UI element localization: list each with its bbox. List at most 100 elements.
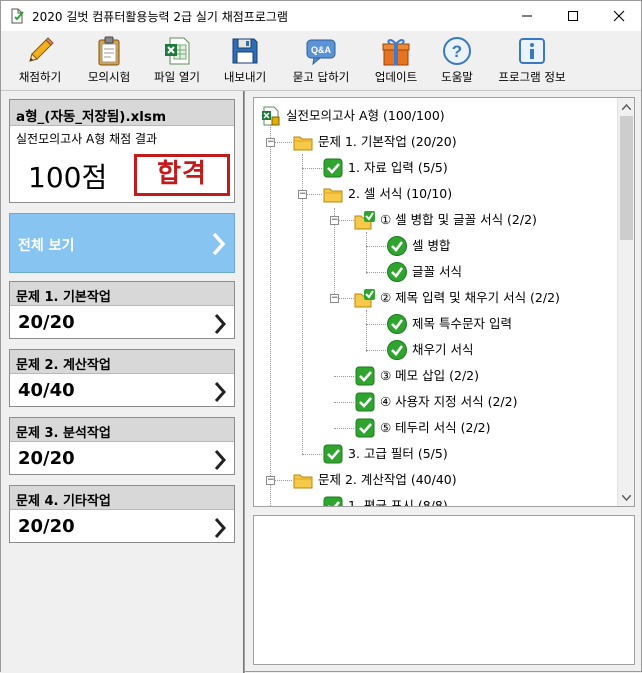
check-icon [323,158,343,178]
problem-score: 20/20 [18,448,75,469]
tree-node-1-2-1-b[interactable]: 글꼴 서식 [386,260,462,284]
view-all-button[interactable]: 전체 보기 [9,213,235,273]
tree-connector [334,402,354,403]
problem-title: 문제 2. 계산작업 [10,350,234,374]
help-button[interactable]: ? 도움말 [431,33,483,87]
scroll-down-button[interactable] [618,489,634,506]
tree-connector [366,272,386,273]
tree-connector [302,168,322,169]
mock-exam-label: 모의시험 [87,70,131,84]
tree-node-root[interactable]: 실전모의고사 A형 (100/100) [260,104,445,128]
problem-title: 문제 3. 분석작업 [10,418,234,442]
open-file-button[interactable]: 파일 열기 [145,33,209,87]
tree-node-1-2-5[interactable]: ⑤ 테두리 서식 (2/2) [354,416,491,440]
tree-node-label: 실전모의고사 A형 (100/100) [286,108,445,123]
file-name: a형_(자동_저장됨).xlsm [10,100,234,126]
tree-node-2-1[interactable]: 1. 평균 표시 (8/8) [322,494,448,507]
tree-node-1-2-4[interactable]: ④ 사용자 지정 서식 (2/2) [354,390,517,414]
program-info-button[interactable]: 프로그램 정보 [489,33,575,87]
pane-splitter[interactable] [243,91,245,673]
maximize-button[interactable] [550,1,596,31]
collapse-toggle[interactable]: − [298,190,307,199]
tree-node-problem-2[interactable]: 문제 2. 계산작업 (40/40) [292,468,457,492]
tree-connector [366,310,367,352]
problem-card-2[interactable]: 문제 2. 계산작업 40/40 [9,349,235,407]
tree-node-1-2[interactable]: 2. 셀 서식 (10/10) [322,182,452,206]
summary-pane: a형_(자동_저장됨).xlsm 실전모의고사 A형 채점 결과 100점 합격… [1,91,243,673]
tree-node-1-2-1[interactable]: ① 셀 병합 및 글꼴 서식 (2/2) [354,208,537,232]
chevron-right-icon [212,232,226,256]
folder-check-icon [354,289,375,308]
svg-text:Q&A: Q&A [311,45,332,55]
tree-connector [302,454,322,455]
check-icon [355,366,375,386]
tree-node-label: 글꼴 서식 [412,264,462,279]
update-button[interactable]: 업데이트 [367,33,425,87]
close-button[interactable] [596,1,642,31]
tree-connector [302,154,303,454]
gift-box-icon [382,39,410,66]
chevron-up-icon [621,103,631,110]
mock-exam-button[interactable]: 모의시험 [79,33,139,87]
tree-node-1-2-2-a[interactable]: 제목 특수문자 입력 [386,312,512,336]
close-icon [613,10,625,22]
tree-node-label: 3. 고급 필터 (5/5) [348,446,448,461]
help-icon: ? [443,37,471,65]
clipboard-icon [98,36,120,66]
detail-pane [253,515,635,665]
view-all-label: 전체 보기 [18,238,75,254]
tree-node-label: 1. 평균 표시 (8/8) [348,498,448,507]
collapse-toggle[interactable]: − [330,216,339,225]
info-icon [519,38,545,64]
chevron-right-icon [214,450,227,470]
scroll-thumb[interactable] [620,116,633,240]
collapse-toggle[interactable]: − [266,476,275,485]
qa-bubble-icon: Q&A [306,39,336,66]
tree-node-label: 제목 특수문자 입력 [412,316,512,331]
tree-node-label: 셀 병합 [412,238,451,253]
qa-button[interactable]: Q&A 묻고 답하기 [281,33,361,87]
qa-label: 묻고 답하기 [292,70,350,84]
tree-node-1-2-1-a[interactable]: 셀 병합 [386,234,450,258]
collapse-toggle[interactable]: − [266,138,275,147]
grade-button[interactable]: 채점하기 [7,33,73,87]
tree-node-problem-1[interactable]: 문제 1. 기본작업 (20/20) [292,130,457,154]
check-circle-icon [387,340,407,360]
tree-node-label: 2. 셀 서식 (10/10) [348,186,453,201]
tree-node-label: ③ 메모 삽입 (2/2) [380,368,479,383]
folder-check-icon [354,211,375,230]
tree-node-1-1[interactable]: 1. 자료 입력 (5/5) [322,156,448,180]
tree-connector [366,324,386,325]
chevron-right-icon [214,518,227,538]
app-window: 2020 길벗 컴퓨터활용능력 2급 실기 채점프로그램 채점하기 모의시험 파… [0,0,642,673]
tree-node-1-3[interactable]: 3. 고급 필터 (5/5) [322,442,448,466]
minimize-button[interactable] [504,1,550,31]
problem-title: 문제 1. 기본작업 [10,282,234,306]
export-button[interactable]: 내보내기 [215,33,275,87]
problem-card-4[interactable]: 문제 4. 기타작업 20/20 [9,485,235,543]
tree-node-label: ⑤ 테두리 서식 (2/2) [380,420,491,435]
open-file-label: 파일 열기 [154,70,200,84]
problem-score: 40/40 [18,380,75,401]
tree-node-1-2-2-b[interactable]: 채우기 서식 [386,338,473,362]
tree-connector [270,118,271,506]
excel-file-icon [165,37,190,65]
tree-node-1-2-2[interactable]: ② 제목 입력 및 채우기 서식 (2/2) [354,286,560,310]
scroll-up-button[interactable] [618,98,634,115]
tree-node-1-2-3[interactable]: ③ 메모 삽입 (2/2) [354,364,479,388]
chevron-down-icon [621,494,631,501]
total-score: 100점 [28,161,108,194]
title-bar: 2020 길벗 컴퓨터활용능력 2급 실기 채점프로그램 [1,1,641,31]
chevron-right-icon [214,382,227,402]
window-title: 2020 길벗 컴퓨터활용능력 2급 실기 채점프로그램 [32,10,288,24]
tree-connector [366,232,367,274]
result-tree: − − − − − 실전모의고사 A형 (100/100) 문제 1. 기본작업… [253,97,635,507]
maximize-icon [568,11,578,21]
floppy-disk-icon [232,38,258,64]
app-icon [11,8,24,24]
problem-card-3[interactable]: 문제 3. 분석작업 20/20 [9,417,235,475]
problem-title: 문제 4. 기타작업 [10,486,234,510]
problem-card-1[interactable]: 문제 1. 기본작업 20/20 [9,281,235,339]
collapse-toggle[interactable]: − [330,294,339,303]
tree-scrollbar[interactable] [617,98,634,506]
